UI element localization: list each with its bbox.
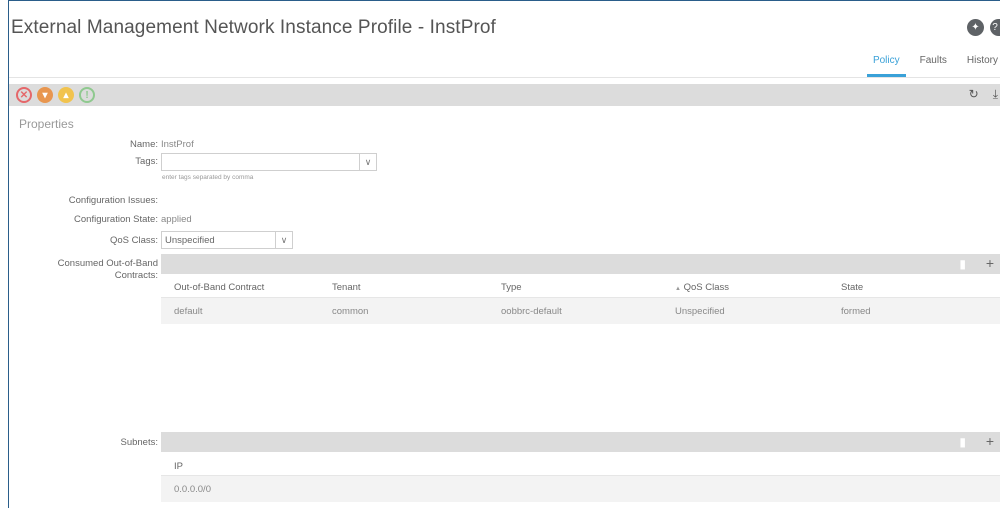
tab-policy[interactable]: Policy bbox=[863, 55, 910, 77]
tab-divider bbox=[9, 77, 1000, 78]
header-actions: ✦ ? bbox=[967, 19, 1000, 36]
delete-icon[interactable]: ▮ bbox=[959, 257, 966, 271]
contracts-label-line1: Consumed Out-of-Band bbox=[57, 258, 158, 269]
column-header-qos-class[interactable]: ▲ QoS Class bbox=[675, 282, 729, 293]
warning-fault-icon[interactable]: ! bbox=[79, 87, 95, 103]
tab-faults[interactable]: Faults bbox=[910, 55, 957, 72]
add-icon[interactable]: + bbox=[986, 433, 994, 449]
settings-icon[interactable]: ✦ bbox=[967, 19, 984, 36]
column-header-state[interactable]: State bbox=[841, 282, 863, 293]
properties-panel: External Management Network Instance Pro… bbox=[8, 0, 1000, 508]
tab-history[interactable]: History bbox=[957, 55, 1000, 72]
column-header-type[interactable]: Type bbox=[501, 282, 522, 293]
chevron-down-icon[interactable]: ∨ bbox=[275, 232, 292, 248]
subnets-toolbar: ▮ + bbox=[161, 432, 1000, 452]
delete-icon[interactable]: ▮ bbox=[959, 435, 966, 449]
column-header-tenant[interactable]: Tenant bbox=[332, 282, 361, 293]
contracts-toolbar: ▮ + bbox=[161, 254, 1000, 274]
tags-input[interactable]: ∨ bbox=[161, 153, 377, 171]
cell-qos-class: Unspecified bbox=[675, 306, 725, 317]
contracts-label-line2: Contracts: bbox=[114, 270, 158, 281]
minor-fault-icon[interactable]: ▴ bbox=[58, 87, 74, 103]
sort-ascending-icon: ▲ bbox=[675, 286, 681, 292]
qos-class-selected: Unspecified bbox=[165, 235, 215, 246]
config-state-label: Configuration State: bbox=[74, 214, 158, 225]
cell-state: formed bbox=[841, 306, 871, 317]
contracts-label: Consumed Out-of-Band Contracts: bbox=[58, 258, 158, 282]
config-issues-label: Configuration Issues: bbox=[68, 195, 158, 206]
add-icon[interactable]: + bbox=[986, 255, 994, 271]
qos-class-select[interactable]: Unspecified ∨ bbox=[161, 231, 293, 249]
critical-fault-icon[interactable]: ✕ bbox=[16, 87, 32, 103]
refresh-icon[interactable]: ↻ bbox=[969, 87, 979, 102]
download-icon[interactable]: ⤓ bbox=[993, 87, 998, 102]
help-icon[interactable]: ? bbox=[990, 19, 1000, 36]
cell-type: oobbrc-default bbox=[501, 306, 562, 317]
major-fault-icon[interactable]: ▾ bbox=[37, 87, 53, 103]
table-row[interactable]: default common oobbrc-default Unspecifie… bbox=[161, 298, 1000, 324]
cell-tenant: common bbox=[332, 306, 369, 317]
cell-contract: default bbox=[174, 306, 203, 317]
toolbar-actions: ↻ ⤓ bbox=[969, 87, 998, 102]
chevron-down-icon[interactable]: ∨ bbox=[359, 154, 376, 170]
name-value: InstProf bbox=[161, 139, 194, 150]
properties-heading: Properties bbox=[19, 117, 74, 131]
cell-ip: 0.0.0.0/0 bbox=[174, 484, 211, 495]
subnets-label: Subnets: bbox=[120, 437, 159, 448]
config-state-value: applied bbox=[161, 214, 192, 225]
fault-toolbar: ✕ ▾ ▴ ! ↻ ⤓ bbox=[9, 84, 1000, 106]
page-title: External Management Network Instance Pro… bbox=[11, 17, 496, 38]
name-label: Name: bbox=[130, 139, 158, 150]
qos-class-label: QoS Class: bbox=[109, 235, 158, 246]
tags-label: Tags: bbox=[135, 156, 158, 167]
column-header-contract[interactable]: Out-of-Band Contract bbox=[174, 282, 264, 293]
tags-hint: enter tags separated by comma bbox=[162, 174, 254, 181]
tab-bar: Policy Faults History bbox=[863, 55, 1000, 77]
column-header-ip[interactable]: IP bbox=[174, 461, 183, 472]
column-header-qos-class-label: QoS Class bbox=[683, 282, 729, 293]
table-row[interactable]: 0.0.0.0/0 bbox=[161, 476, 1000, 502]
